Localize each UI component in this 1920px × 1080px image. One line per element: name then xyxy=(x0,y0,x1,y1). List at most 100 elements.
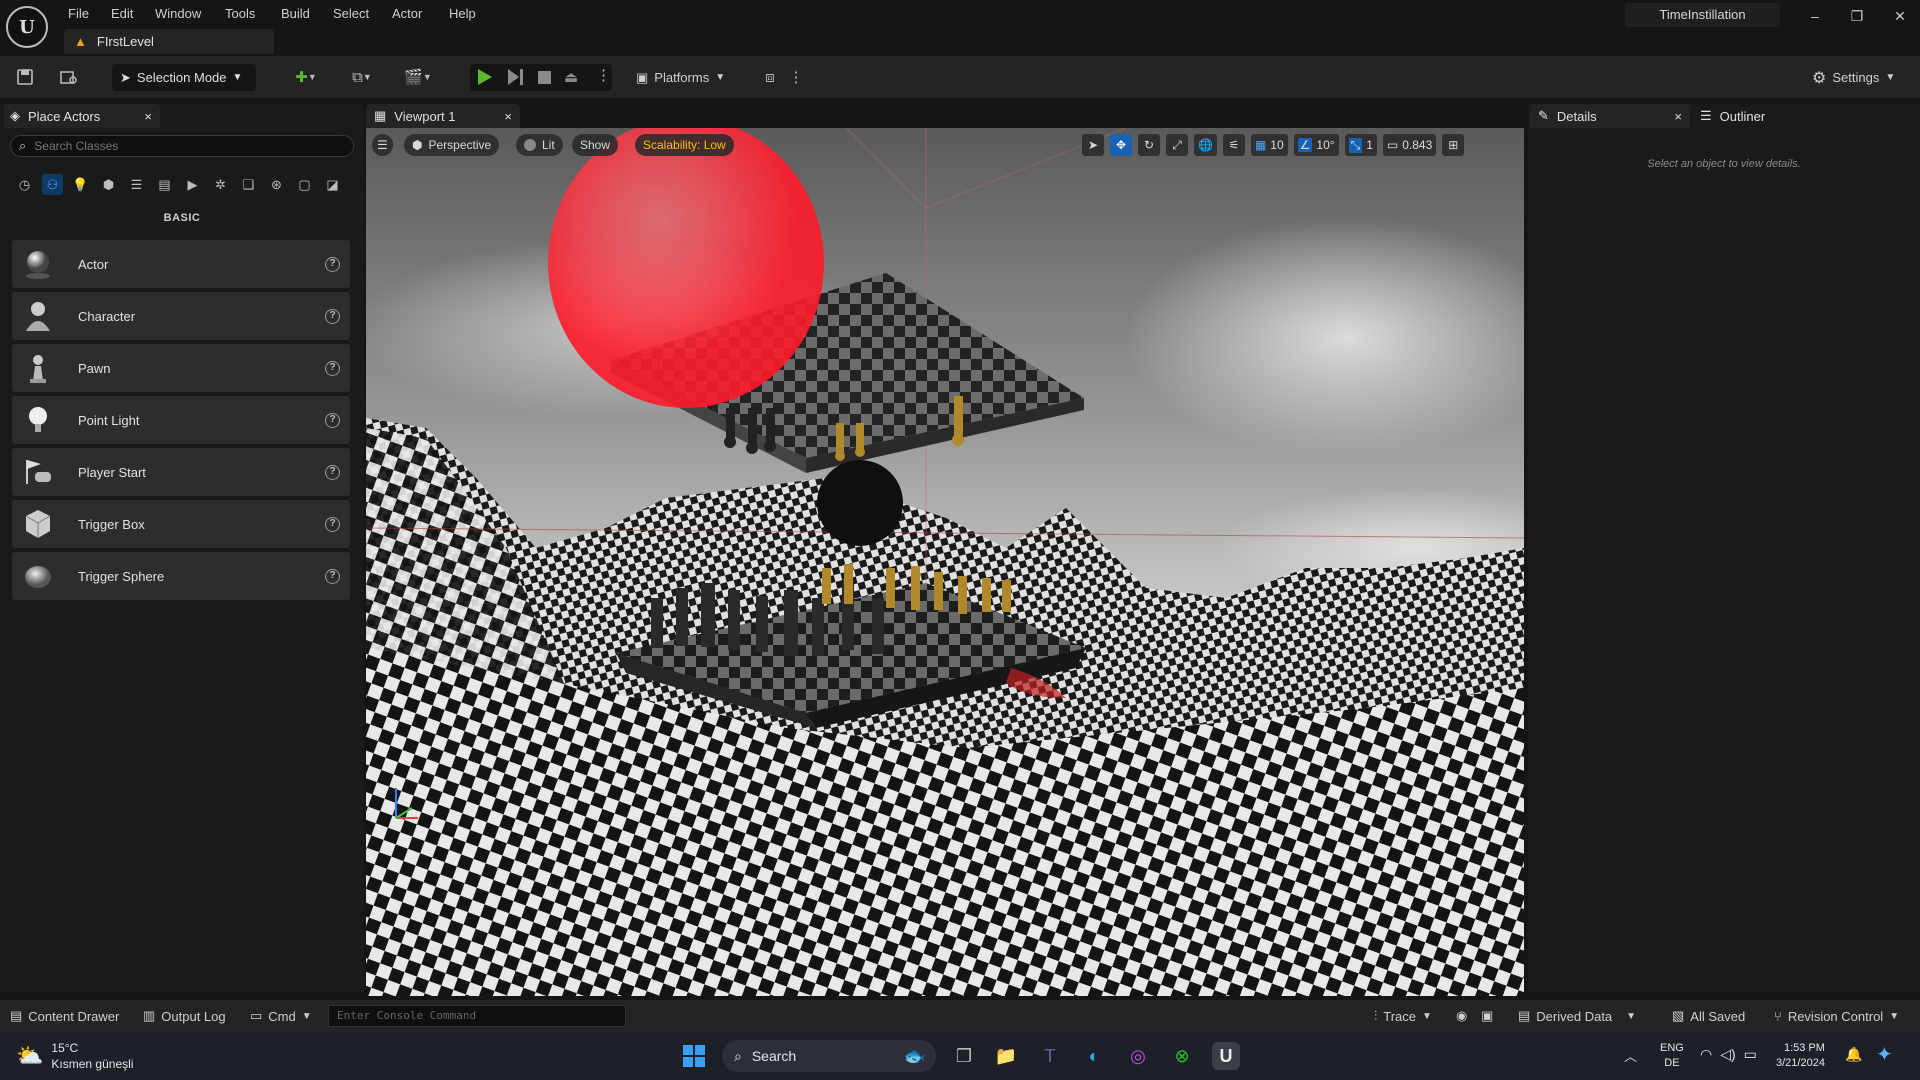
close-icon[interactable]: × xyxy=(504,109,512,124)
surface-snap-icon[interactable]: ⚟ xyxy=(1222,134,1245,156)
translate-tool-icon[interactable]: ✥ xyxy=(1110,134,1132,156)
add-actor-icon[interactable]: ✚ ▼ xyxy=(288,66,324,88)
snapshot-icon[interactable]: ▣ xyxy=(1481,1004,1493,1028)
restore-icon[interactable]: ❐ xyxy=(1845,6,1869,26)
grid-snap-button[interactable]: ▦ 10 xyxy=(1250,134,1288,156)
minimize-icon[interactable]: – xyxy=(1803,6,1827,26)
cmd-dropdown[interactable]: ▭ Cmd ▼ xyxy=(250,1004,312,1028)
play-options-icon[interactable]: ⋮ xyxy=(596,66,611,84)
project-launcher-icon[interactable]: ⧈ xyxy=(758,66,782,88)
select-tool-icon[interactable]: ➤ xyxy=(1082,134,1104,156)
notification-bell-icon[interactable]: 🔔 xyxy=(1845,1046,1862,1063)
close-icon[interactable]: × xyxy=(1674,109,1682,124)
details-tab[interactable]: ✎ Details × xyxy=(1530,104,1690,128)
place-actors-tab[interactable]: ◈ Place Actors × xyxy=(4,104,160,128)
menu-actor[interactable]: Actor xyxy=(392,4,422,24)
content-drawer-button[interactable]: ▤ Content Drawer xyxy=(10,1004,119,1028)
perspective-button[interactable]: ⬢ Perspective xyxy=(404,134,500,156)
console-command-input[interactable]: Enter Console Command xyxy=(328,1005,626,1027)
close-icon[interactable]: × xyxy=(144,109,152,124)
revision-control-dropdown[interactable]: ⑂ Revision Control ▼ xyxy=(1774,1004,1899,1028)
actor-item-trigger-sphere[interactable]: Trigger Sphere ? xyxy=(12,552,350,600)
actor-item-pawn[interactable]: Pawn ? xyxy=(12,344,350,392)
eject-icon[interactable]: ⏏ xyxy=(564,68,578,86)
clock[interactable]: 1:53 PM 3/21/2024 xyxy=(1776,1041,1825,1071)
scale-snap-button[interactable]: ⤡ 1 xyxy=(1344,134,1377,156)
search-classes-input[interactable]: ⌕ Search Classes xyxy=(10,135,354,157)
help-icon[interactable]: ? xyxy=(325,412,340,428)
weather-widget[interactable]: ⛅ 15°C Kısmen güneşli xyxy=(16,1040,133,1072)
actor-item-player-start[interactable]: Player Start ? xyxy=(12,448,350,496)
visual-effects-category-icon[interactable]: ▤ xyxy=(154,174,175,195)
windows-start-icon[interactable] xyxy=(680,1042,708,1070)
app-icon[interactable]: ◎ xyxy=(1124,1042,1152,1070)
xbox-icon[interactable]: ⊗ xyxy=(1168,1042,1196,1070)
outliner-tab[interactable]: ☰ Outliner xyxy=(1694,104,1814,128)
blueprint-icon[interactable]: ⧉ ▼ xyxy=(344,66,380,88)
copilot-icon[interactable]: ✦ xyxy=(1876,1042,1893,1067)
unreal-logo-icon[interactable]: U xyxy=(6,6,48,48)
scale-tool-icon[interactable]: ⤢ xyxy=(1166,134,1188,156)
help-icon[interactable]: ? xyxy=(325,308,340,324)
menu-select[interactable]: Select xyxy=(333,4,369,24)
selection-mode-dropdown[interactable]: ➤ Selection Mode ▼ xyxy=(112,64,256,91)
close-window-icon[interactable]: ✕ xyxy=(1888,6,1912,26)
more-options-icon[interactable]: ⋮ xyxy=(789,66,804,88)
extra-category-icon[interactable]: ◪ xyxy=(322,174,343,195)
task-view-icon[interactable]: ❐ xyxy=(950,1042,978,1070)
shapes-category-icon[interactable]: ⬢ xyxy=(98,174,119,195)
rotation-snap-button[interactable]: ∠ 10° xyxy=(1293,134,1339,156)
cinematics-icon[interactable]: 🎬 ▼ xyxy=(400,66,436,88)
settings-dropdown[interactable]: ⚙ Settings ▼ xyxy=(1812,64,1908,91)
show-button[interactable]: Show xyxy=(572,134,619,156)
system-tray[interactable]: ◠ ◁) ▭ xyxy=(1700,1046,1757,1063)
lit-button[interactable]: Lit xyxy=(516,134,563,156)
menu-tools[interactable]: Tools xyxy=(225,4,255,24)
platforms-dropdown[interactable]: ▣ Platforms ▼ xyxy=(636,64,740,91)
trace-dropdown[interactable]: ⫶ Trace ▼ xyxy=(1374,1004,1432,1028)
menu-help[interactable]: Help xyxy=(449,4,476,24)
actor-item-actor[interactable]: Actor ? xyxy=(12,240,350,288)
help-icon[interactable]: ? xyxy=(325,360,340,376)
level-viewport[interactable] xyxy=(366,128,1524,996)
record-icon[interactable]: ◉ xyxy=(1456,1004,1467,1028)
file-explorer-icon[interactable]: 📁 xyxy=(992,1042,1020,1070)
geometry-category-icon[interactable]: ▶ xyxy=(182,174,203,195)
teams-icon[interactable]: T xyxy=(1036,1042,1064,1070)
camera-speed-button[interactable]: ▭ 0.843 xyxy=(1382,134,1437,156)
actor-item-character[interactable]: Character ? xyxy=(12,292,350,340)
rotate-tool-icon[interactable]: ↻ xyxy=(1138,134,1160,156)
edge-icon[interactable]: ◐ xyxy=(1080,1042,1108,1070)
menu-edit[interactable]: Edit xyxy=(111,4,133,24)
unreal-engine-taskbar-icon[interactable]: U xyxy=(1212,1042,1240,1070)
bsp-category-icon[interactable]: ▢ xyxy=(294,174,315,195)
derived-data-dropdown[interactable]: ▤ Derived Data ▼ xyxy=(1518,1004,1636,1028)
level-tab[interactable]: ▲ FIrstLevel xyxy=(64,29,274,54)
help-icon[interactable]: ? xyxy=(325,516,340,532)
show-hidden-icons-icon[interactable]: ︿ xyxy=(1624,1046,1637,1065)
cinematic-category-icon[interactable]: ☰ xyxy=(126,174,147,195)
all-classes-category-icon[interactable]: ❏ xyxy=(238,174,259,195)
menu-build[interactable]: Build xyxy=(281,4,310,24)
actor-item-trigger-box[interactable]: Trigger Box ? xyxy=(12,500,350,548)
volumes-category-icon[interactable]: ✲ xyxy=(210,174,231,195)
viewport-tab[interactable]: ▦ Viewport 1 × xyxy=(366,104,520,128)
actor-item-point-light[interactable]: Point Light ? xyxy=(12,396,350,444)
save-icon[interactable] xyxy=(14,66,36,88)
step-icon[interactable] xyxy=(508,69,523,88)
help-icon[interactable]: ? xyxy=(325,256,340,272)
viewport-options-button[interactable]: ☰ xyxy=(372,134,393,156)
help-icon[interactable]: ? xyxy=(325,568,340,584)
stop-icon[interactable] xyxy=(538,71,551,84)
recent-icon[interactable]: ◷ xyxy=(14,174,35,195)
taskbar-search[interactable]: ⌕ Search 🐟 xyxy=(722,1040,936,1072)
play-icon[interactable] xyxy=(478,69,492,85)
physics-category-icon[interactable]: ⊛ xyxy=(266,174,287,195)
all-saved-button[interactable]: ▧ All Saved xyxy=(1672,1004,1745,1028)
world-space-icon[interactable]: 🌐 xyxy=(1194,134,1217,156)
lights-category-icon[interactable]: 💡 xyxy=(70,174,91,195)
output-log-button[interactable]: ▥ Output Log xyxy=(143,1004,226,1028)
language-indicator[interactable]: ENG DE xyxy=(1660,1041,1684,1071)
basic-category-icon[interactable]: ⚇ xyxy=(42,174,63,195)
scalability-button[interactable]: Scalability: Low xyxy=(635,134,734,156)
